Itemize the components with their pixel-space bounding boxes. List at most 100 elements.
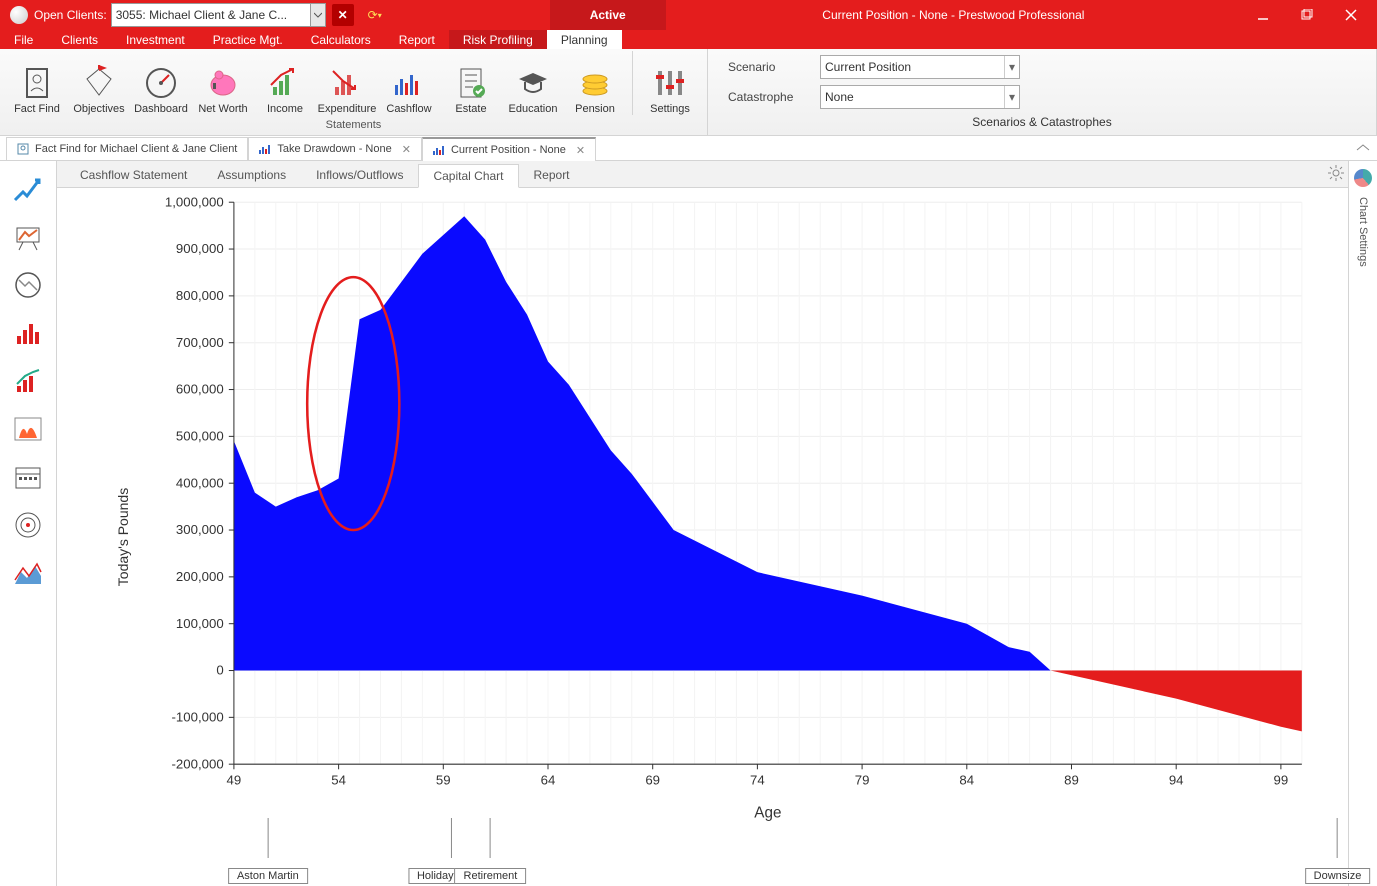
fire-chart-icon[interactable] (10, 411, 46, 447)
catastrophe-select[interactable]: None ▾ (820, 85, 1020, 109)
ribbon-fact-find[interactable]: Fact Find (8, 51, 66, 115)
ribbon-education[interactable]: Education (504, 51, 562, 115)
scenario-value: Current Position (825, 60, 911, 74)
settings-icon (652, 65, 688, 101)
close-client-button[interactable]: ✕ (332, 4, 354, 26)
svg-text:0: 0 (216, 663, 223, 678)
event-label: Downsize (1305, 868, 1371, 884)
bars-trend-icon[interactable] (10, 363, 46, 399)
mini-chart-icon (259, 144, 271, 154)
tab-close-button[interactable]: ✕ (402, 143, 411, 156)
svg-text:94: 94 (1169, 773, 1184, 788)
right-rail: Chart Settings (1348, 161, 1377, 886)
ribbon-cashflow[interactable]: Cashflow (380, 51, 438, 115)
subtab-assumptions[interactable]: Assumptions (202, 163, 301, 187)
estate-icon (453, 65, 489, 101)
ribbon: Fact FindObjectivesDashboardNet WorthInc… (0, 49, 1377, 136)
calendar-icon[interactable] (10, 459, 46, 495)
ribbon-income[interactable]: Income (256, 51, 314, 115)
red-bars-icon[interactable] (10, 315, 46, 351)
income-icon (267, 65, 303, 101)
clock-decline-icon[interactable] (10, 267, 46, 303)
svg-text:500,000: 500,000 (176, 429, 224, 444)
ribbon-group-label: Statements (326, 117, 382, 135)
svg-text:84: 84 (959, 773, 974, 788)
maximize-button[interactable] (1285, 0, 1329, 30)
svg-text:900,000: 900,000 (176, 241, 224, 256)
education-icon (515, 65, 551, 101)
ribbon-settings[interactable]: Settings (632, 51, 699, 115)
client-selector[interactable]: 3055: Michael Client & Jane C... (111, 3, 311, 27)
event-label: Aston Martin (228, 868, 308, 884)
menu-file[interactable]: File (0, 30, 47, 49)
menu-bar: File Clients Investment Practice Mgt. Ca… (0, 30, 1377, 49)
subtab-report[interactable]: Report (519, 163, 585, 187)
refresh-button[interactable]: ⟳▾ (366, 6, 384, 24)
ribbon-objectives[interactable]: Objectives (70, 51, 128, 115)
subtab-cashflow-statement[interactable]: Cashflow Statement (65, 163, 202, 187)
chart-settings-label[interactable]: Chart Settings (1357, 197, 1369, 267)
ribbon-collapse-button[interactable] (1355, 142, 1371, 156)
menu-risk-profiling[interactable]: Risk Profiling (449, 30, 547, 49)
menu-calculators[interactable]: Calculators (297, 30, 385, 49)
maximize-icon (1301, 9, 1313, 21)
svg-text:59: 59 (436, 773, 451, 788)
pie-icon[interactable] (1354, 169, 1372, 187)
app-logo-icon (10, 6, 28, 24)
subtab-inflows-outflows[interactable]: Inflows/Outflows (301, 163, 418, 187)
ribbon-estate[interactable]: Estate (442, 51, 500, 115)
svg-text:99: 99 (1274, 773, 1289, 788)
menu-clients[interactable]: Clients (47, 30, 112, 49)
minimize-button[interactable] (1241, 0, 1285, 30)
window-close-button[interactable] (1329, 0, 1373, 30)
event-marker[interactable]: Retirement (455, 818, 527, 884)
event-marker[interactable]: Downsize (1305, 818, 1371, 884)
event-marker[interactable]: Aston Martin (228, 818, 308, 884)
scenario-label: Scenario (728, 60, 808, 74)
tab-close-button[interactable]: ✕ (576, 144, 585, 157)
chevron-down-icon (314, 11, 322, 19)
capital-chart[interactable]: -200,000-100,0000100,000200,000300,00040… (61, 192, 1312, 846)
menu-report[interactable]: Report (385, 30, 449, 49)
ribbon-context-tab[interactable]: Active (550, 0, 666, 30)
menu-investment[interactable]: Investment (112, 30, 199, 49)
window-title: Current Position - None - Prestwood Prof… (666, 8, 1241, 22)
marker-line-icon (1331, 818, 1345, 868)
pension-icon (577, 65, 613, 101)
ribbon-net-worth[interactable]: Net Worth (194, 51, 252, 115)
doc-icon (17, 143, 29, 155)
svg-text:300,000: 300,000 (176, 522, 224, 537)
marker-line-icon (483, 818, 497, 868)
doc-tab[interactable]: Fact Find for Michael Client & Jane Clie… (6, 137, 248, 160)
mini-chart-icon (433, 145, 445, 155)
left-icon-bar (0, 161, 57, 886)
svg-text:100,000: 100,000 (176, 616, 224, 631)
area-line-icon[interactable] (10, 555, 46, 591)
gear-icon (1328, 165, 1344, 181)
sub-tabs: Cashflow StatementAssumptionsInflows/Out… (57, 161, 1348, 188)
scenario-select[interactable]: Current Position ▾ (820, 55, 1020, 79)
close-icon (1345, 9, 1357, 21)
event-label: Retirement (455, 868, 527, 884)
net-worth-icon (205, 65, 241, 101)
client-selector-dropdown[interactable] (311, 3, 326, 27)
subtab-capital-chart[interactable]: Capital Chart (418, 164, 518, 188)
svg-text:Age: Age (754, 804, 781, 821)
client-selector-value: 3055: Michael Client & Jane C... (116, 8, 287, 22)
presentation-chart-icon[interactable] (10, 219, 46, 255)
ribbon-expenditure[interactable]: Expenditure (318, 51, 376, 115)
doc-tab[interactable]: Current Position - None✕ (422, 137, 596, 161)
ribbon-group-label: Scenarios & Catastrophes (972, 115, 1111, 129)
panel-settings-button[interactable] (1328, 165, 1344, 184)
menu-practice[interactable]: Practice Mgt. (199, 30, 297, 49)
ribbon-pension[interactable]: Pension (566, 51, 624, 115)
menu-planning[interactable]: Planning (547, 30, 622, 49)
svg-text:200,000: 200,000 (176, 569, 224, 584)
target-icon[interactable] (10, 507, 46, 543)
svg-text:-200,000: -200,000 (172, 756, 224, 771)
cashflow-icon (391, 65, 427, 101)
ribbon-dashboard[interactable]: Dashboard (132, 51, 190, 115)
growth-chart-icon[interactable] (10, 171, 46, 207)
doc-tab[interactable]: Take Drawdown - None✕ (248, 137, 422, 160)
objectives-icon (81, 65, 117, 101)
